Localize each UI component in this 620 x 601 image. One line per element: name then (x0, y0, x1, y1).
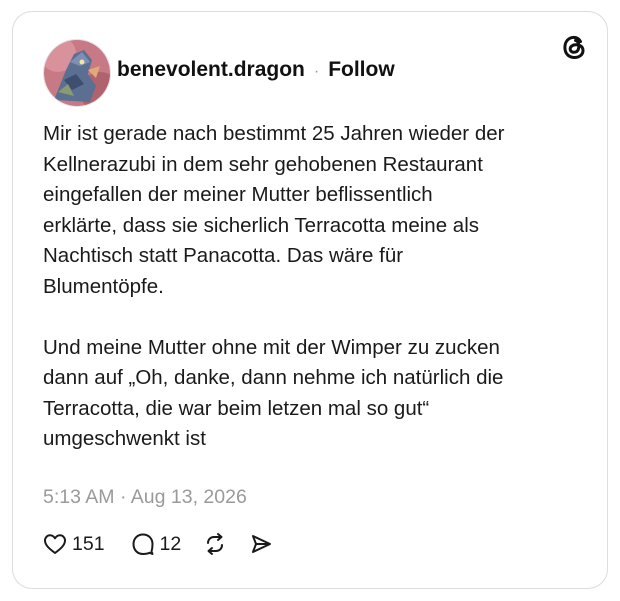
heart-icon (44, 534, 66, 554)
like-button[interactable]: 151 (43, 533, 105, 556)
separator-dot: · (313, 63, 320, 80)
post-header: benevolent.dragon · Follow (117, 56, 395, 86)
threads-logo-icon[interactable] (559, 32, 589, 62)
send-icon (252, 535, 272, 553)
repost-arrows-icon (207, 533, 224, 555)
share-button[interactable] (249, 532, 273, 556)
avatar-image (44, 40, 110, 106)
repost-button[interactable] (203, 532, 227, 556)
username-link[interactable]: benevolent.dragon (117, 56, 305, 84)
timestamp[interactable]: 5:13 AM · Aug 13, 2026 (43, 484, 247, 510)
reply-count: 12 (159, 532, 182, 555)
reply-button[interactable]: 12 (131, 532, 182, 556)
post-text: Mir ist gerade nach bestimmt 25 Jahren w… (43, 122, 505, 450)
post-card: benevolent.dragon · Follow Mir ist gerad… (12, 11, 608, 589)
action-bar: 151 12 (43, 532, 273, 556)
avatar[interactable] (43, 39, 111, 107)
like-count: 151 (72, 532, 105, 555)
follow-button[interactable]: Follow (328, 56, 395, 84)
speech-bubble-icon (132, 533, 154, 555)
